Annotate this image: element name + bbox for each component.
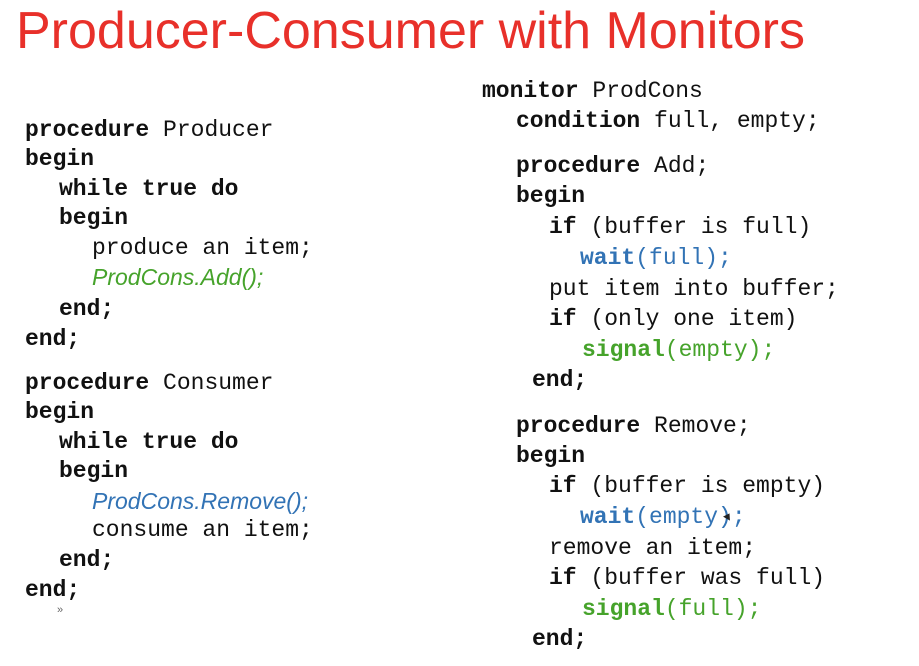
slide-title: Producer-Consumer with Monitors xyxy=(16,2,805,60)
code-line: begin xyxy=(25,399,95,425)
code-line: procedure Add; xyxy=(516,153,710,179)
code-line: end; xyxy=(532,367,588,393)
code-line: begin xyxy=(516,443,586,469)
prodcons-add-call: ProdCons.Add(); xyxy=(92,264,264,290)
wait-empty-call: wait(empty); xyxy=(580,504,746,530)
prodcons-remove-call: ProdCons.Remove(); xyxy=(92,488,309,514)
code-line: begin xyxy=(59,205,129,231)
slide-mark: » xyxy=(57,604,64,616)
code-line: remove an item; xyxy=(549,535,757,561)
code-line: procedure Remove; xyxy=(516,413,751,439)
code-line: end; xyxy=(59,296,115,322)
code-line: consume an item; xyxy=(92,517,313,543)
code-line: monitor ProdCons xyxy=(482,78,703,104)
code-line: end; xyxy=(59,547,115,573)
code-line: begin xyxy=(59,458,129,484)
code-line: if (buffer is full) xyxy=(549,214,812,240)
code-line: produce an item; xyxy=(92,235,313,261)
code-line: put item into buffer; xyxy=(549,276,839,302)
wait-full-call: wait(full); xyxy=(580,245,732,271)
signal-empty-call: signal(empty); xyxy=(582,337,776,363)
code-line: procedure Producer xyxy=(25,117,274,143)
signal-full-call: signal(full); xyxy=(582,596,762,622)
code-line: if (buffer is empty) xyxy=(549,473,826,499)
code-line: while true do xyxy=(59,176,239,202)
code-line: begin xyxy=(25,146,95,172)
code-line: end; xyxy=(532,626,588,652)
code-line: if (only one item) xyxy=(549,306,798,332)
code-line: end; xyxy=(25,326,81,352)
code-line: condition full, empty; xyxy=(516,108,820,134)
code-line: procedure Consumer xyxy=(25,370,274,396)
code-line: while true do xyxy=(59,429,239,455)
code-line: end; xyxy=(25,577,81,603)
code-line: if (buffer was full) xyxy=(549,565,826,591)
code-line: begin xyxy=(516,183,586,209)
